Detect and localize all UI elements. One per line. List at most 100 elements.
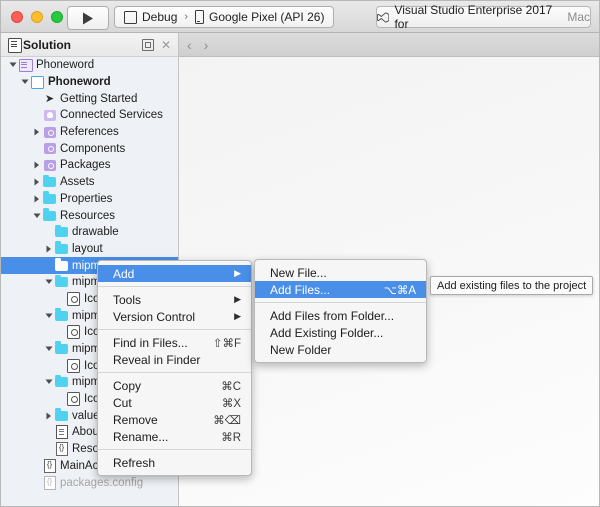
close-panel-icon[interactable]: ✕	[161, 39, 171, 51]
solution-panel-icon	[8, 38, 22, 53]
png-icon	[66, 291, 81, 306]
tree-row[interactable]: {} packages.config	[1, 474, 178, 491]
menu-item-shortcut: ⌘⌫	[213, 414, 241, 427]
tree-row[interactable]: Components	[1, 140, 178, 157]
menu-item[interactable]: Add Files... ⌥⌘A	[255, 281, 426, 298]
menu-item-label: Remove	[113, 412, 158, 427]
tree-row[interactable]: Packages	[1, 157, 178, 174]
tree-twisty-down[interactable]	[43, 378, 54, 386]
phone-icon	[195, 10, 205, 24]
tree-row[interactable]: Phoneword	[1, 57, 178, 74]
tree-row[interactable]: Properties	[1, 191, 178, 208]
tree-twisty-right[interactable]	[31, 195, 42, 203]
menu-item[interactable]: Add Existing Folder...	[255, 324, 426, 341]
menu-item-label: Tools	[113, 292, 142, 307]
tooltip: Add existing files to the project	[430, 276, 594, 295]
tree-twisty-right[interactable]	[43, 245, 54, 253]
menu-item[interactable]: Add Files from Folder...	[255, 307, 426, 324]
tree-row[interactable]: Resources	[1, 207, 178, 224]
tree-row[interactable]: Assets	[1, 174, 178, 191]
assembly-icon	[42, 126, 57, 138]
folder-icon	[42, 174, 57, 188]
menu-separator	[98, 286, 251, 287]
menu-item[interactable]: New File...	[255, 264, 426, 281]
navigate-back-icon[interactable]: ‹	[187, 38, 192, 52]
services-icon	[42, 109, 57, 121]
menu-item-label: Cut	[113, 395, 132, 410]
tree-row-label: Packages	[60, 159, 111, 172]
doc-icon	[54, 425, 69, 440]
tree-twisty-down[interactable]	[31, 212, 42, 220]
app-title-suffix: Mac	[567, 10, 590, 24]
tree-row-label: Components	[60, 142, 126, 155]
tree-twisty-right[interactable]	[31, 178, 42, 186]
tree-row-label: Properties	[60, 192, 113, 205]
png-icon	[66, 358, 81, 373]
menu-item-label: Add	[113, 266, 135, 281]
tree-row[interactable]: ➤ Getting Started	[1, 90, 178, 107]
tree-twisty-right[interactable]	[31, 128, 42, 136]
tree-row[interactable]: References	[1, 124, 178, 141]
title-bar: Debug › Google Pixel (API 26) Visual Stu…	[1, 1, 599, 33]
close-window-button[interactable]	[11, 11, 23, 23]
configuration-item[interactable]: Debug	[124, 10, 177, 24]
maximize-window-button[interactable]	[51, 11, 63, 23]
device-item[interactable]: Google Pixel (API 26)	[195, 10, 324, 24]
run-configuration-selector[interactable]: Debug › Google Pixel (API 26)	[114, 6, 335, 28]
menu-item[interactable]: Version Control ▶	[98, 308, 251, 325]
menu-item-label: Version Control	[113, 309, 196, 324]
menu-item-label: Add Files...	[270, 282, 331, 297]
menu-item[interactable]: New Folder	[255, 341, 426, 358]
tree-twisty-down[interactable]	[7, 61, 18, 69]
menu-item-label: Add Files from Folder...	[270, 308, 395, 323]
menu-item[interactable]: Rename... ⌘R	[98, 428, 251, 445]
assembly-icon	[42, 159, 57, 171]
tree-row[interactable]: Connected Services	[1, 107, 178, 124]
menu-separator	[98, 372, 251, 373]
png-icon	[66, 325, 81, 340]
tree-twisty-down[interactable]	[43, 345, 54, 353]
tree-twisty-down[interactable]	[43, 312, 54, 320]
menu-item[interactable]: Refresh	[98, 454, 251, 471]
braces-icon: {}	[54, 442, 69, 457]
run-button[interactable]	[67, 6, 109, 30]
menu-item[interactable]: Add ▶	[98, 265, 251, 282]
menu-item-shortcut: ⌥⌘A	[383, 284, 416, 297]
tree-row-label: References	[60, 126, 119, 139]
tooltip-text: Add existing files to the project	[437, 279, 587, 292]
menu-item[interactable]: Tools ▶	[98, 291, 251, 308]
submenu-arrow-icon: ▶	[234, 268, 241, 278]
tree-row-label: drawable	[72, 226, 119, 239]
add-submenu[interactable]: New File... Add Files... ⌥⌘A Add Files from…	[254, 259, 427, 363]
menu-item-label: Add Existing Folder...	[270, 325, 384, 340]
minimize-window-button[interactable]	[31, 11, 43, 23]
menu-item[interactable]: Reveal in Finder	[98, 351, 251, 368]
menu-item-label: Refresh	[113, 455, 156, 470]
tree-twisty-right[interactable]	[43, 412, 54, 420]
folder-icon	[54, 341, 69, 355]
context-menu[interactable]: Add ▶ Tools ▶ Version Control ▶ Find in Files.…	[97, 260, 252, 476]
menu-item[interactable]: Find in Files... ⇧⌘F	[98, 334, 251, 351]
tree-row[interactable]: layout	[1, 241, 178, 258]
play-icon	[83, 12, 93, 24]
menu-item[interactable]: Cut ⌘X	[98, 394, 251, 411]
submenu-arrow-icon: ▶	[234, 311, 241, 321]
tree-row[interactable]: drawable	[1, 224, 178, 241]
solution-panel-buttons: ✕	[141, 39, 171, 51]
menu-item[interactable]: Remove ⌘⌫	[98, 411, 251, 428]
tree-row[interactable]: Phoneword	[1, 74, 178, 91]
navigate-forward-icon[interactable]: ›	[204, 38, 209, 52]
menu-item-label: New Folder	[270, 342, 332, 357]
menu-item-shortcut: ⌘R	[221, 431, 241, 444]
visual-studio-icon	[377, 11, 390, 23]
pin-panel-icon[interactable]	[141, 39, 154, 51]
tree-twisty-down[interactable]	[19, 78, 30, 86]
rocket-icon: ➤	[44, 93, 55, 106]
menu-item[interactable]: Copy ⌘C	[98, 377, 251, 394]
runconfig-separator: ›	[184, 11, 189, 23]
menu-item-label: Copy	[113, 378, 142, 393]
tree-twisty-right[interactable]	[31, 161, 42, 169]
tree-twisty-down[interactable]	[43, 278, 54, 286]
folder-icon	[54, 274, 69, 288]
app-title-bar-status: Visual Studio Enterprise 2017 for Mac	[376, 3, 591, 31]
